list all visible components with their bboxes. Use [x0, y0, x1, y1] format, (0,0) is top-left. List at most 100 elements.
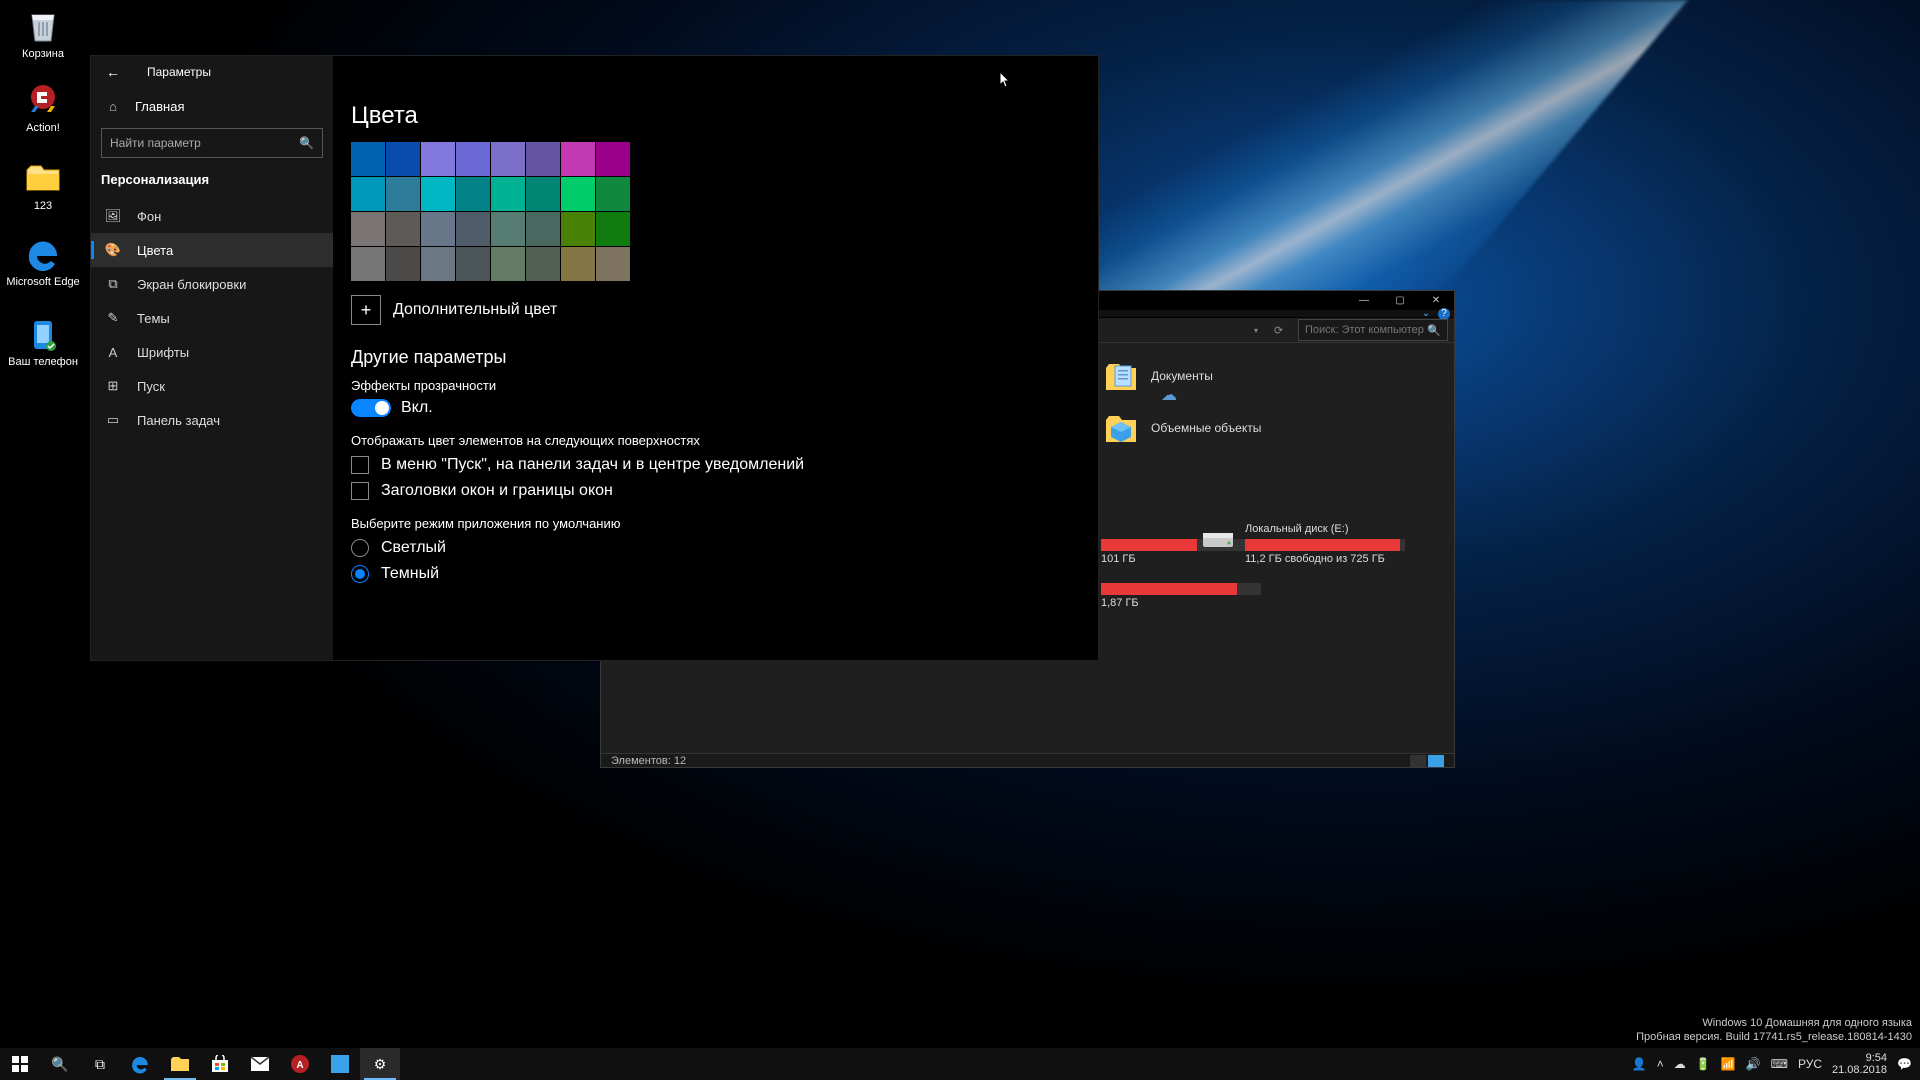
- drive-icon: [1201, 527, 1235, 561]
- color-swatch[interactable]: [351, 247, 385, 281]
- color-swatch[interactable]: [526, 247, 560, 281]
- checkbox-start-taskbar[interactable]: В меню "Пуск", на панели задач и в центр…: [351, 456, 1080, 474]
- close-button[interactable]: ✕: [1418, 291, 1454, 309]
- color-swatch[interactable]: [596, 212, 630, 246]
- address-dropdown-icon[interactable]: ▾: [1254, 326, 1268, 335]
- sidebar-item-taskbar[interactable]: ▭Панель задач: [91, 403, 333, 437]
- sidebar-item-themes[interactable]: ✎Темы: [91, 301, 333, 335]
- tray-expand-icon[interactable]: ˄: [1657, 1057, 1664, 1071]
- color-swatch[interactable]: [561, 247, 595, 281]
- radio-dark[interactable]: Темный: [351, 565, 1080, 583]
- sidebar-item-lockscreen[interactable]: ⧉Экран блокировки: [91, 267, 333, 301]
- taskbar-settings[interactable]: ⚙: [360, 1048, 400, 1080]
- color-swatch[interactable]: [561, 177, 595, 211]
- transparency-toggle[interactable]: Вкл.: [351, 399, 1080, 417]
- clock[interactable]: 9:54 21.08.2018: [1832, 1052, 1887, 1076]
- view-details-button[interactable]: [1410, 755, 1426, 767]
- color-swatch[interactable]: [456, 247, 490, 281]
- drive-free: 1,87 ГБ: [1101, 597, 1261, 609]
- color-swatch[interactable]: [386, 142, 420, 176]
- desktop-icon-folder[interactable]: 123: [6, 158, 80, 212]
- taskbar-icon: ▭: [105, 412, 121, 428]
- sidebar-item-fonts[interactable]: AШрифты: [91, 335, 333, 369]
- color-swatch[interactable]: [456, 177, 490, 211]
- search-icon: 🔍: [299, 136, 314, 150]
- color-swatch[interactable]: [386, 247, 420, 281]
- color-swatch[interactable]: [596, 177, 630, 211]
- language-indicator[interactable]: РУС: [1798, 1057, 1822, 1071]
- drive-label: Локальный диск (E:): [1245, 523, 1405, 535]
- search-button[interactable]: 🔍: [40, 1048, 80, 1080]
- color-swatch[interactable]: [386, 212, 420, 246]
- taskbar-store[interactable]: [200, 1048, 240, 1080]
- color-swatch[interactable]: [561, 142, 595, 176]
- option-label: Эффекты прозрачности: [351, 378, 1080, 393]
- color-swatch[interactable]: [526, 212, 560, 246]
- custom-color-button[interactable]: + Дополнительный цвет: [351, 295, 1080, 325]
- refresh-icon[interactable]: ⟳: [1274, 324, 1292, 337]
- people-icon[interactable]: 👤: [1632, 1057, 1647, 1071]
- search-icon: 🔍: [1427, 324, 1441, 337]
- task-view-button[interactable]: ⧉: [80, 1048, 120, 1080]
- ribbon-expand-icon[interactable]: ⌄: [1420, 308, 1432, 320]
- sidebar-item-colors[interactable]: 🎨Цвета: [91, 233, 333, 267]
- desktop-icon-recycle[interactable]: Корзина: [6, 6, 80, 60]
- color-swatch[interactable]: [596, 142, 630, 176]
- color-swatch[interactable]: [386, 177, 420, 211]
- onedrive-icon[interactable]: ☁: [1674, 1057, 1686, 1071]
- color-swatch[interactable]: [456, 212, 490, 246]
- minimize-button[interactable]: —: [1346, 291, 1382, 309]
- battery-icon[interactable]: 🔋: [1696, 1057, 1711, 1071]
- wifi-icon[interactable]: 📶: [1721, 1057, 1736, 1071]
- start-icon: ⊞: [105, 378, 121, 394]
- desktop-icon-edge[interactable]: Microsoft Edge: [6, 234, 80, 288]
- radio-light[interactable]: Светлый: [351, 539, 1080, 557]
- volume-icon[interactable]: 🔊: [1746, 1057, 1761, 1071]
- color-swatch[interactable]: [526, 142, 560, 176]
- taskbar-explorer[interactable]: [160, 1048, 200, 1080]
- color-swatch[interactable]: [491, 177, 525, 211]
- color-swatch[interactable]: [596, 247, 630, 281]
- color-swatch[interactable]: [421, 212, 455, 246]
- settings-search[interactable]: Найти параметр 🔍: [101, 128, 323, 158]
- folder-item[interactable]: Объемные объекты: [1101, 405, 1351, 451]
- color-swatch[interactable]: [351, 177, 385, 211]
- font-icon: A: [105, 344, 121, 360]
- checkbox-title-borders[interactable]: Заголовки окон и границы окон: [351, 482, 1080, 500]
- color-swatch[interactable]: [456, 142, 490, 176]
- start-button[interactable]: [0, 1048, 40, 1080]
- custom-color-label: Дополнительный цвет: [393, 301, 557, 319]
- view-icons-button[interactable]: [1428, 755, 1444, 767]
- color-swatch[interactable]: [561, 212, 595, 246]
- taskbar-action[interactable]: A: [280, 1048, 320, 1080]
- color-swatch[interactable]: [421, 247, 455, 281]
- sidebar-item-background[interactable]: 🖼Фон: [91, 199, 333, 233]
- color-swatch[interactable]: [491, 142, 525, 176]
- settings-content: Цвета + Дополнительный цвет Другие парам…: [333, 56, 1098, 660]
- drive-item[interactable]: 1,87 ГБ: [1101, 579, 1261, 609]
- color-swatch[interactable]: [421, 177, 455, 211]
- color-swatch[interactable]: [351, 212, 385, 246]
- maximize-button[interactable]: ▢: [1382, 291, 1418, 309]
- taskbar-edge[interactable]: [120, 1048, 160, 1080]
- color-swatch[interactable]: [526, 177, 560, 211]
- desktop-icon-phone[interactable]: Ваш телефон: [6, 314, 80, 368]
- action-center-icon[interactable]: 💬: [1897, 1057, 1912, 1071]
- back-button[interactable]: ←: [101, 64, 125, 80]
- option-label: Отображать цвет элементов на следующих п…: [351, 433, 1080, 448]
- drive-item[interactable]: Локальный диск (E:) 11,2 ГБ свободно из …: [1201, 523, 1451, 565]
- color-swatch[interactable]: [491, 212, 525, 246]
- taskbar-mail[interactable]: [240, 1048, 280, 1080]
- explorer-search[interactable]: Поиск: Этот компьютер 🔍: [1298, 319, 1448, 341]
- desktop-icon-action[interactable]: Action!: [6, 80, 80, 134]
- sidebar-item-start[interactable]: ⊞Пуск: [91, 369, 333, 403]
- help-icon[interactable]: ?: [1438, 308, 1450, 320]
- sidebar-home[interactable]: ⌂ Главная: [91, 88, 333, 124]
- color-swatch[interactable]: [421, 142, 455, 176]
- keyboard-icon[interactable]: ⌨: [1771, 1057, 1788, 1071]
- taskbar-app[interactable]: [320, 1048, 360, 1080]
- onedrive-cloud-icon: ☁: [1161, 385, 1177, 405]
- color-swatch[interactable]: [491, 247, 525, 281]
- folder-item[interactable]: Документы: [1101, 353, 1351, 399]
- color-swatch[interactable]: [351, 142, 385, 176]
